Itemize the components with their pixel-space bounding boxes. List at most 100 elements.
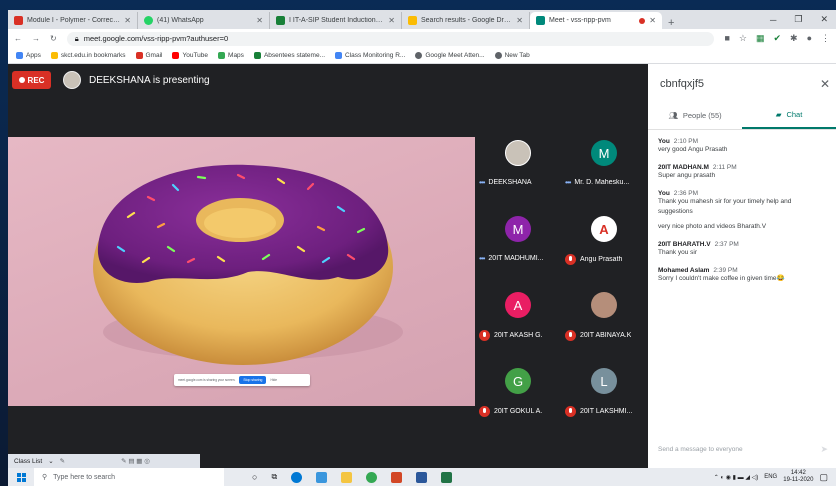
participant-name-row: 20IT AKASH G. — [479, 330, 559, 341]
bookmark-label: New Tab — [504, 52, 530, 59]
bookmark-youtube[interactable]: YouTube — [172, 52, 208, 59]
close-tab-icon[interactable]: ✕ — [516, 16, 523, 25]
bookmark-new-tab[interactable]: New Tab — [494, 52, 530, 59]
back-icon[interactable]: ← — [14, 34, 22, 43]
meeting-code: cbnfqxjf5 — [660, 78, 705, 90]
bookmark-gmail[interactable]: Gmail — [135, 52, 162, 59]
tab-people[interactable]: 👥︎ People (55) — [648, 102, 742, 129]
language-indicator[interactable]: ENG — [764, 474, 777, 480]
globe-icon — [415, 52, 423, 59]
url-input[interactable]: 🔒︎ meet.google.com/vss-ripp-pvm?authuser… — [66, 31, 715, 46]
edge-icon[interactable] — [291, 471, 303, 483]
address-bar-row: ← → ↻ 🔒︎ meet.google.com/vss-ripp-pvm?au… — [8, 29, 836, 48]
gmail-icon — [135, 52, 143, 59]
browser-tab-active[interactable]: Meet - vss-ripp-pvm ✕ — [530, 12, 662, 29]
chevron-down-icon[interactable]: ⌄ — [48, 457, 53, 465]
store-icon[interactable] — [316, 471, 328, 483]
panel-tabs: 👥︎ People (55) ▰ Chat — [648, 102, 836, 130]
bookmark-maps[interactable]: Maps — [218, 52, 244, 59]
bookmark-label: Class Monitoring R... — [345, 52, 406, 59]
participant-name: DEEKSHANA — [488, 179, 532, 186]
hide-button[interactable]: Hide — [270, 378, 277, 382]
tray-icons[interactable]: ⌃ ◐ ◉ ▮ ▬ ◢ ◁) — [714, 474, 758, 481]
participant-tile[interactable]: A 20IT AKASH G. — [475, 278, 561, 354]
excel-icon[interactable] — [441, 471, 453, 483]
close-tab-icon[interactable]: ✕ — [388, 16, 395, 25]
participant-tile[interactable]: ••• DEEKSHANA — [475, 126, 561, 202]
participant-avatar: M — [505, 216, 531, 242]
message-input[interactable]: Send a message to everyone — [658, 446, 743, 453]
start-button[interactable] — [8, 472, 34, 482]
bookmark-folder[interactable]: skct.edu.in bookmarks — [50, 52, 126, 59]
clock[interactable]: 14:42 19-11-2020 — [783, 470, 813, 484]
extension-puzzle-icon[interactable]: ✱ — [790, 33, 798, 44]
participant-name-row: ••• 20IT MADHUMI... — [479, 254, 559, 263]
profile-avatar-icon[interactable]: ● — [807, 33, 812, 44]
minimize-icon[interactable]: ─ — [770, 15, 776, 25]
close-tab-icon[interactable]: ✕ — [649, 16, 656, 25]
globe-icon — [494, 52, 502, 59]
forward-icon[interactable]: → — [32, 34, 40, 43]
extension-check-icon[interactable]: ✔ — [773, 33, 781, 44]
new-tab-icon[interactable]: + — [662, 17, 680, 29]
browser-tab[interactable]: (41) WhatsApp ✕ — [138, 12, 270, 29]
youtube-icon — [172, 52, 180, 59]
taskbar-search[interactable]: ⚲ Type here to search — [34, 468, 224, 486]
message-text: Thank you mahesh sir for your timely hel… — [658, 198, 792, 205]
participant-tile[interactable]: M ••• 20IT MADHUMI... — [475, 202, 561, 278]
maximize-icon[interactable]: ❐ — [794, 14, 802, 25]
extension-grid-icon[interactable]: ▦ — [756, 33, 765, 44]
word-icon[interactable] — [416, 471, 428, 483]
star-icon[interactable]: ☆ — [739, 33, 747, 44]
browser-tab[interactable]: Search results - Google Drive ✕ — [402, 12, 530, 29]
explorer-icon[interactable] — [341, 471, 353, 483]
tab-chat[interactable]: ▰ Chat — [742, 102, 836, 129]
close-tab-icon[interactable]: ✕ — [124, 16, 131, 25]
close-window-icon[interactable]: ✕ — [820, 14, 828, 25]
powerpoint-icon[interactable] — [391, 471, 403, 483]
participant-name: 20IT GOKUL A. — [494, 408, 543, 415]
participant-name: 20IT MADHUMI... — [488, 255, 544, 262]
mic-off-icon — [479, 330, 490, 341]
participant-tile[interactable]: 20IT ABINAYA.K — [561, 278, 647, 354]
apps-icon — [16, 52, 23, 59]
cortana-icon[interactable]: ○ — [252, 472, 257, 482]
send-icon[interactable]: ➤ — [820, 444, 828, 455]
camera-icon[interactable]: ■ — [724, 33, 729, 44]
browser-tab[interactable]: I IT-A-SIP Student Induction Prog ✕ — [270, 12, 402, 29]
taskbar-apps: ○ ⧉ — [252, 471, 453, 483]
participant-avatar: L — [591, 368, 617, 394]
meet-icon — [536, 16, 545, 25]
edit-icon[interactable]: ✎ — [60, 457, 65, 465]
bookmark-apps[interactable]: Apps — [16, 52, 41, 59]
task-view-icon[interactable]: ⧉ — [271, 472, 277, 482]
bookmark-meet-attendance[interactable]: Google Meet Atten... — [415, 52, 485, 59]
bookmark-class-monitoring[interactable]: Class Monitoring R... — [335, 52, 405, 59]
notification-icon[interactable]: ▢ — [819, 472, 828, 483]
participant-avatar — [591, 292, 617, 318]
bookmarks-bar: Apps skct.edu.in bookmarks Gmail YouTube… — [8, 48, 836, 64]
participant-tile[interactable]: G 20IT GOKUL A. — [475, 354, 561, 430]
reload-icon[interactable]: ↻ — [50, 34, 57, 43]
close-panel-icon[interactable]: ✕ — [820, 77, 830, 91]
chrome-icon[interactable] — [366, 471, 378, 483]
class-list-button[interactable]: Class List — [14, 458, 42, 465]
sheets-icon — [253, 52, 261, 59]
bookmark-absentees[interactable]: Absentees stateme... — [253, 52, 325, 59]
menu-icon[interactable]: ⋮ — [821, 33, 830, 44]
sheets-icon — [276, 16, 285, 25]
tab-title: (41) WhatsApp — [157, 17, 204, 24]
participant-tile[interactable]: A Angu Prasath — [561, 202, 647, 278]
tools-icons[interactable]: ✎ ▤ ▦ ◎ — [121, 457, 150, 465]
rec-label: REC — [27, 75, 45, 85]
presenter-info: DEEKSHANA is presenting — [63, 71, 210, 89]
close-tab-icon[interactable]: ✕ — [256, 16, 263, 25]
stop-sharing-button[interactable]: Stop sharing — [239, 376, 267, 384]
participant-tile[interactable]: L 20IT LAKSHMI... — [561, 354, 647, 430]
participant-name-row: ••• DEEKSHANA — [479, 178, 559, 187]
participant-tile[interactable]: M ••• Mr. D. Mahesku... — [561, 126, 647, 202]
participant-name: Mr. D. Mahesku... — [574, 179, 630, 186]
speaking-dots-icon: ••• — [479, 254, 485, 263]
maps-icon — [218, 52, 226, 59]
browser-tab[interactable]: Module I - Polymer - Corrected ✕ — [8, 12, 138, 29]
